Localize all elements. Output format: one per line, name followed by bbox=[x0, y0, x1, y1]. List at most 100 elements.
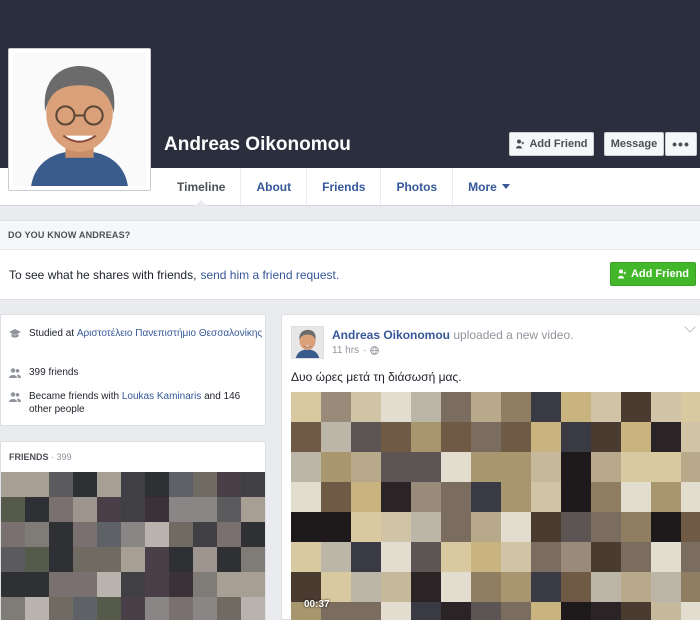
friends-count-text: 399 friends bbox=[29, 367, 79, 378]
intro-education: Studied at Αριστοτέλειο Πανεπιστήμιο Θεσ… bbox=[9, 327, 262, 340]
pixel-tile bbox=[97, 472, 121, 497]
pixel-tile bbox=[501, 422, 531, 452]
pixel-tile bbox=[291, 392, 321, 422]
pixel-tile bbox=[121, 472, 145, 497]
post-timestamp[interactable]: 11 hrs bbox=[332, 345, 359, 356]
graduation-cap-icon bbox=[9, 329, 21, 338]
pixel-tile bbox=[501, 542, 531, 572]
friends-photo-grid[interactable] bbox=[1, 472, 265, 620]
pixel-tile bbox=[651, 392, 681, 422]
post-video[interactable] bbox=[291, 392, 700, 620]
post-author-link[interactable]: Andreas Oikonomou bbox=[332, 328, 450, 342]
pixel-tile bbox=[561, 512, 591, 542]
pixel-tile bbox=[621, 602, 651, 620]
pixel-tile bbox=[561, 542, 591, 572]
pixel-tile bbox=[97, 497, 121, 522]
pixel-tile bbox=[217, 572, 241, 597]
pixel-tile bbox=[73, 547, 97, 572]
pixel-tile bbox=[531, 422, 561, 452]
pixel-tile bbox=[241, 597, 265, 620]
pixel-tile bbox=[49, 572, 73, 597]
more-options-button[interactable]: ••• bbox=[665, 132, 697, 156]
pixel-tile bbox=[471, 392, 501, 422]
pixel-tile bbox=[621, 392, 651, 422]
pixel-tile bbox=[681, 542, 700, 572]
pixel-tile bbox=[411, 422, 441, 452]
add-friend-primary-button[interactable]: Add Friend bbox=[610, 262, 696, 286]
profile-picture[interactable] bbox=[8, 48, 151, 191]
send-friend-request-link[interactable]: send him a friend request. bbox=[200, 268, 339, 282]
pixel-tile bbox=[531, 482, 561, 512]
pixel-tile bbox=[531, 392, 561, 422]
timeline-post: Andreas Oikonomou uploaded a new video. … bbox=[281, 314, 700, 620]
pixel-tile bbox=[411, 602, 441, 620]
profile-photo bbox=[13, 53, 146, 186]
pixel-tile bbox=[381, 482, 411, 512]
pixel-tile bbox=[681, 422, 700, 452]
pixel-tile bbox=[49, 547, 73, 572]
pixel-tile bbox=[25, 497, 49, 522]
pixel-tile bbox=[561, 602, 591, 620]
pixel-tile bbox=[169, 572, 193, 597]
pixel-tile bbox=[193, 522, 217, 547]
pixel-tile bbox=[501, 482, 531, 512]
tab-more[interactable]: More bbox=[452, 168, 525, 205]
pixel-tile bbox=[321, 452, 351, 482]
pixel-tile bbox=[471, 422, 501, 452]
do-you-know-text: To see what he shares with friends, bbox=[9, 268, 197, 282]
pixel-tile bbox=[441, 392, 471, 422]
pixel-tile bbox=[381, 572, 411, 602]
pixel-tile bbox=[73, 472, 97, 497]
pixel-tile bbox=[193, 472, 217, 497]
school-link[interactable]: Αριστοτέλειο Πανεπιστήμιο Θεσσαλονίκης bbox=[77, 328, 262, 339]
pixel-tile bbox=[621, 542, 651, 572]
pixel-tile bbox=[321, 392, 351, 422]
message-button[interactable]: Message bbox=[604, 132, 664, 156]
pixel-tile bbox=[351, 482, 381, 512]
pixel-tile bbox=[25, 522, 49, 547]
post-author-avatar[interactable] bbox=[291, 326, 324, 359]
pixel-tile bbox=[217, 472, 241, 497]
chevron-down-icon[interactable] bbox=[684, 321, 696, 333]
pixel-tile bbox=[291, 482, 321, 512]
tab-timeline[interactable]: Timeline bbox=[162, 168, 240, 206]
pixel-tile bbox=[621, 482, 651, 512]
pixel-tile bbox=[1, 472, 25, 497]
tab-more-label: More bbox=[468, 179, 497, 194]
pixel-tile bbox=[121, 497, 145, 522]
pixel-tile bbox=[241, 572, 265, 597]
pixel-tile bbox=[381, 542, 411, 572]
pixel-tile bbox=[291, 452, 321, 482]
add-friend-button[interactable]: Add Friend bbox=[509, 132, 594, 156]
pixel-tile bbox=[441, 542, 471, 572]
pixel-tile bbox=[73, 497, 97, 522]
tab-friends[interactable]: Friends bbox=[306, 168, 380, 205]
pixel-tile bbox=[381, 452, 411, 482]
pixel-tile bbox=[531, 602, 561, 620]
pixel-tile bbox=[145, 547, 169, 572]
friends-heading[interactable]: FRIENDS · 399 bbox=[9, 452, 72, 462]
pixel-tile bbox=[411, 392, 441, 422]
add-friend-label: Add Friend bbox=[529, 138, 588, 150]
pixel-tile bbox=[591, 422, 621, 452]
people-icon bbox=[9, 368, 21, 378]
pixel-tile bbox=[621, 422, 651, 452]
pixel-tile bbox=[169, 497, 193, 522]
pixel-tile bbox=[531, 512, 561, 542]
pixel-tile bbox=[351, 602, 381, 620]
tab-about[interactable]: About bbox=[240, 168, 306, 205]
post-action-text: uploaded a new video. bbox=[453, 328, 574, 342]
pixel-tile bbox=[169, 547, 193, 572]
pixel-tile bbox=[471, 452, 501, 482]
pixel-tile bbox=[49, 597, 73, 620]
pixel-tile bbox=[621, 572, 651, 602]
intro-studied-prefix: Studied at bbox=[29, 328, 75, 339]
pixel-tile bbox=[169, 522, 193, 547]
pixel-tile bbox=[651, 452, 681, 482]
pixel-tile bbox=[681, 452, 700, 482]
became-friend-link[interactable]: Loukas Kaminaris bbox=[122, 391, 201, 402]
pixel-tile bbox=[681, 482, 700, 512]
pixel-tile bbox=[351, 392, 381, 422]
intro-friends-count: 399 friends bbox=[9, 366, 78, 379]
tab-photos[interactable]: Photos bbox=[380, 168, 452, 205]
